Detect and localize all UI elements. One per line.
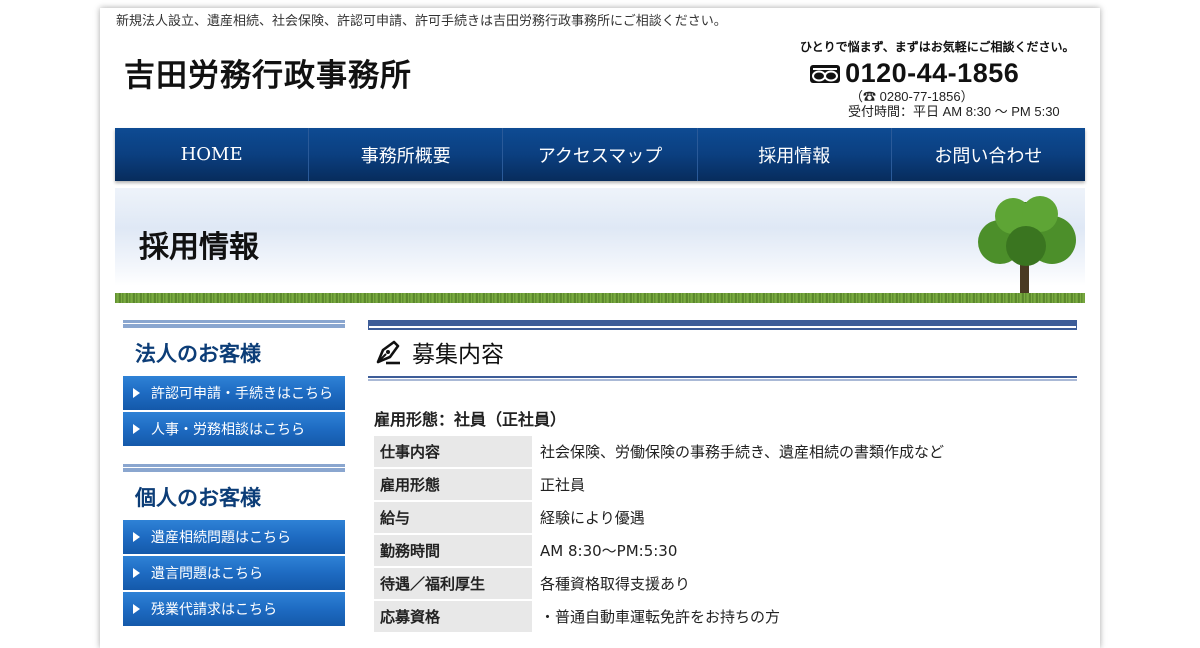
table-key: 雇用形態 xyxy=(374,469,532,500)
section-header: 募集内容 xyxy=(368,332,1077,372)
table-value: 社会保険、労働保険の事務手続き、遺産相続の書類作成など xyxy=(532,436,950,467)
contact-lead: ひとりで悩まず、まずはお気軽にご相談ください。 xyxy=(800,40,1075,54)
sidebar-item-overtime-claim[interactable]: 残業代請求はこちら xyxy=(123,592,345,626)
sidebar: 法人のお客様 許認可申請・手続きはこちら 人事・労務相談はこちら 個人のお客様 … xyxy=(123,320,345,628)
table-key: 給与 xyxy=(374,502,532,533)
sidebar-item-will[interactable]: 遺言問題はこちら xyxy=(123,556,345,590)
table-value: 経験により優遇 xyxy=(532,502,950,533)
arrow-right-icon xyxy=(133,604,140,614)
page-banner: 採用情報 xyxy=(115,188,1085,303)
tree-icon xyxy=(978,196,1076,299)
table-row: 雇用形態 正社員 xyxy=(374,469,950,500)
table-key: 待遇／福利厚生 xyxy=(374,568,532,599)
table-row: 勤務時間 AM 8:30〜PM:5:30 xyxy=(374,535,950,566)
arrow-right-icon xyxy=(133,568,140,578)
table-value: 各種資格取得支援あり xyxy=(532,568,950,599)
page: 新規法人設立、遺産相続、社会保険、許認可申請、許可手続きは吉田労務行政事務所にご… xyxy=(100,8,1100,648)
arrow-right-icon xyxy=(133,388,140,398)
free-dial-number: 0120-44-1856 xyxy=(845,58,1020,88)
nav-access-map[interactable]: アクセスマップ xyxy=(503,128,698,181)
free-dial-icon xyxy=(810,64,840,83)
header-tagline: 新規法人設立、遺産相続、社会保険、許認可申請、許可手続きは吉田労務行政事務所にご… xyxy=(116,14,727,29)
sidebar-item-label: 遺言問題はこちら xyxy=(151,566,263,582)
contact-info: ひとりで悩まず、まずはお気軽にご相談ください。 0120-44-1856 （☎ … xyxy=(800,38,1090,119)
arrow-right-icon xyxy=(133,532,140,542)
sidebar-item-label: 残業代請求はこちら xyxy=(151,602,277,618)
global-nav: HOME 事務所概要 アクセスマップ 採用情報 お問い合わせ xyxy=(115,128,1085,181)
banner-title: 採用情報 xyxy=(139,230,259,265)
sidebar-item-label: 遺産相続問題はこちら xyxy=(151,530,291,546)
sidebar-heading-corporate: 法人のお客様 xyxy=(135,341,261,366)
table-key: 勤務時間 xyxy=(374,535,532,566)
section-title: 募集内容 xyxy=(412,342,504,368)
site-title[interactable]: 吉田労務行政事務所 xyxy=(124,50,412,95)
table-row: 応募資格 ・普通自動車運転免許をお持ちの方 xyxy=(374,601,950,632)
table-row: 給与 経験により優遇 xyxy=(374,502,950,533)
table-row: 仕事内容 社会保険、労働保険の事務手続き、遺産相続の書類作成など xyxy=(374,436,950,467)
section-rule-top xyxy=(368,320,1077,326)
sidebar-rule xyxy=(123,464,345,472)
nav-recruitment[interactable]: 採用情報 xyxy=(698,128,892,181)
table-value: 正社員 xyxy=(532,469,950,500)
sidebar-item-hr-consult[interactable]: 人事・労務相談はこちら xyxy=(123,412,345,446)
sidebar-heading-individual: 個人のお客様 xyxy=(135,485,261,510)
table-value: ・普通自動車運転免許をお持ちの方 xyxy=(532,601,950,632)
table-key: 応募資格 xyxy=(374,601,532,632)
sidebar-item-label: 許認可申請・手続きはこちら xyxy=(151,386,333,402)
nav-office-overview[interactable]: 事務所概要 xyxy=(309,128,504,181)
business-hours: 受付時間：平日 AM 8:30 〜 PM 5:30 xyxy=(848,104,1060,119)
pen-icon xyxy=(376,340,400,365)
nav-contact[interactable]: お問い合わせ xyxy=(892,128,1085,181)
section-rule-bottom xyxy=(368,376,1077,378)
sidebar-item-licensing[interactable]: 許認可申請・手続きはこちら xyxy=(123,376,345,410)
grass-strip xyxy=(115,293,1085,303)
table-row: 待遇／福利厚生 各種資格取得支援あり xyxy=(374,568,950,599)
nav-home[interactable]: HOME xyxy=(115,128,310,181)
table-key: 仕事内容 xyxy=(374,436,532,467)
main-content: 募集内容 雇用形態：社員（正社員） 仕事内容 社会保険、労働保険の事務手続き、遺… xyxy=(368,320,1077,634)
sidebar-item-inheritance[interactable]: 遺産相続問題はこちら xyxy=(123,520,345,554)
sidebar-rule xyxy=(123,320,345,328)
sidebar-item-label: 人事・労務相談はこちら xyxy=(151,422,305,438)
free-dial[interactable]: 0120-44-1856 xyxy=(810,58,1019,89)
table-value: AM 8:30〜PM:5:30 xyxy=(532,535,950,566)
job-details-table: 仕事内容 社会保険、労働保険の事務手続き、遺産相続の書類作成など 雇用形態 正社… xyxy=(374,434,950,634)
job-type-heading: 雇用形態：社員（正社員） xyxy=(374,410,567,429)
arrow-right-icon xyxy=(133,424,140,434)
